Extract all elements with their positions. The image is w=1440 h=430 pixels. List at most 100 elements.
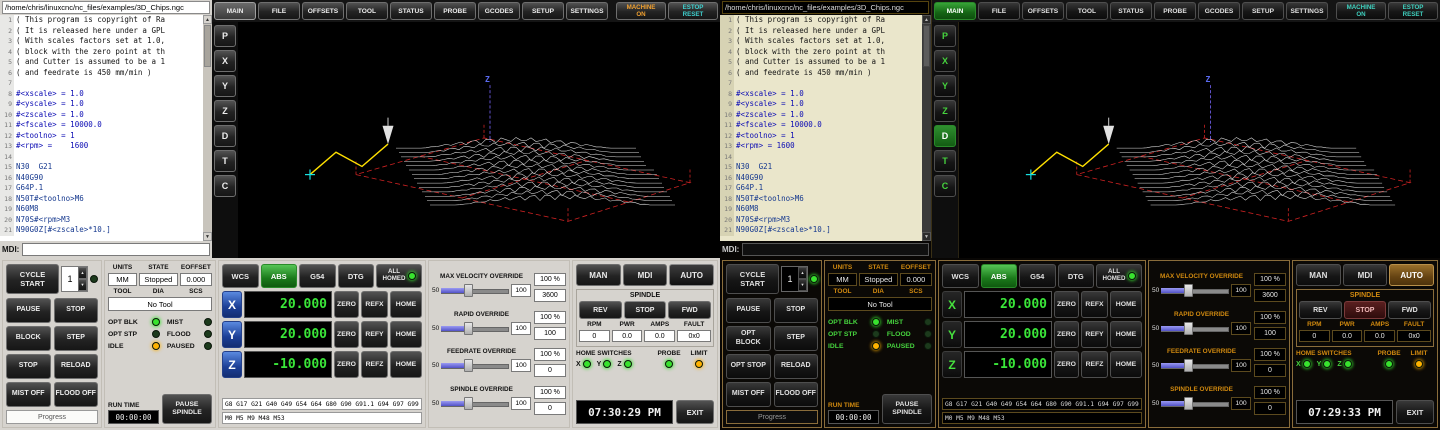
menu-button[interactable]: STATUS <box>1110 2 1152 20</box>
override-slider[interactable] <box>441 397 509 410</box>
gcode-line[interactable]: 7 <box>0 78 203 89</box>
gcode-line[interactable]: 15 N30 G21 <box>720 162 922 173</box>
gcode-line[interactable]: 16 N40G90 <box>720 173 922 184</box>
gcode-line[interactable]: 19 N60M8 <box>720 204 922 215</box>
run-button[interactable]: OPT BLOCK <box>726 326 771 351</box>
axis-letter-button[interactable]: Z <box>222 351 242 378</box>
gcode-line[interactable]: 3 ( With scales factors set at 1.0, <box>720 36 922 47</box>
gcode-line[interactable]: 20 N70S#<rpm>M3 <box>720 215 922 226</box>
cycle-start-button[interactable]: CYCLE START <box>6 264 59 294</box>
slider-handle[interactable] <box>464 397 473 410</box>
axis-home-button[interactable]: HOME <box>1110 291 1142 318</box>
spin-down-icon[interactable]: ▼ <box>798 279 807 291</box>
axis-zero-button[interactable]: ZERO <box>1054 351 1079 378</box>
gcode-line[interactable]: 1 ( This program is copyright of Ra <box>0 15 203 26</box>
slider-handle[interactable] <box>1184 322 1193 335</box>
slider-handle[interactable] <box>1184 359 1193 372</box>
dro-mode-button[interactable]: G54 <box>299 264 336 288</box>
gcode-line[interactable]: 4 ( block with the zero point at th <box>720 47 922 58</box>
view-button[interactable]: C <box>934 175 956 197</box>
editor-scrollbar[interactable]: ▲ ▼ <box>922 15 931 241</box>
override-slider[interactable] <box>441 359 509 372</box>
run-button[interactable]: STOP <box>774 298 819 323</box>
axis-ref-button[interactable]: REFY <box>361 321 388 348</box>
menu-button[interactable]: GCODES <box>478 2 520 20</box>
gcode-line[interactable]: 8 #<xscale> = 1.0 <box>0 89 203 100</box>
gcode-line[interactable]: 6 ( and feedrate is 450 mm/min ) <box>0 68 203 79</box>
view-button[interactable]: C <box>214 175 236 197</box>
pause-spindle-button[interactable]: PAUSE SPINDLE <box>882 394 932 424</box>
gcode-line[interactable]: 16 N40G90 <box>0 173 203 184</box>
cycle-start-button[interactable]: CYCLE START <box>726 264 779 294</box>
view-button[interactable]: P <box>214 25 236 47</box>
view-button[interactable]: P <box>934 25 956 47</box>
run-button[interactable]: FLOOD OFF <box>54 382 99 407</box>
cycle-count-spinner[interactable]: 1 ▲ ▼ <box>61 266 88 292</box>
editor-scrollbar[interactable]: ▲ ▼ <box>203 15 212 241</box>
spindle-button[interactable]: REV <box>1299 301 1342 319</box>
override-slider[interactable] <box>441 322 509 335</box>
scroll-up-icon[interactable]: ▲ <box>203 15 212 24</box>
gcode-line[interactable]: 5 ( and Cutter is assumed to be a 1 <box>0 57 203 68</box>
axis-home-button[interactable]: HOME <box>390 351 422 378</box>
view-button[interactable]: X <box>934 50 956 72</box>
spin-down-icon[interactable]: ▼ <box>78 279 87 291</box>
dro-mode-button[interactable]: WCS <box>942 264 979 288</box>
axis-letter-button[interactable]: Z <box>942 351 962 378</box>
run-button[interactable]: STOP <box>6 354 51 379</box>
dro-mode-button[interactable]: ABS <box>981 264 1018 288</box>
mdi-input[interactable] <box>22 243 210 256</box>
run-button[interactable]: RELOAD <box>774 354 819 379</box>
menu-button[interactable]: FILE <box>978 2 1020 20</box>
gcode-line[interactable]: 21 N90G0Z[#<zscale>*10.] <box>0 225 203 236</box>
gcode-line[interactable]: 2 ( It is released here under a GPL <box>0 26 203 37</box>
run-button[interactable]: MIST OFF <box>6 382 51 407</box>
mode-button[interactable]: AUTO <box>669 264 714 286</box>
view-button[interactable]: D <box>214 125 236 147</box>
run-button[interactable]: OPT STOP <box>726 354 771 379</box>
menu-button[interactable]: SETTINGS <box>566 2 608 20</box>
run-button[interactable]: MIST OFF <box>726 382 771 407</box>
scroll-down-icon[interactable]: ▼ <box>203 232 212 241</box>
menu-button[interactable]: OFFSETS <box>302 2 344 20</box>
gcode-line[interactable]: 1 ( This program is copyright of Ra <box>720 15 922 26</box>
run-button[interactable]: FLOOD OFF <box>774 382 819 407</box>
gcode-line[interactable]: 11 #<fscale> = 10000.0 <box>0 120 203 131</box>
menu-button[interactable]: MAIN <box>214 2 256 20</box>
axis-letter-button[interactable]: Y <box>942 321 962 348</box>
gcode-line[interactable]: 8 #<xscale> = 1.0 <box>720 89 922 100</box>
machine-on-button[interactable]: MACHINE ON <box>616 2 666 20</box>
all-homed-button[interactable]: ALL HOMED <box>376 264 422 288</box>
pause-spindle-button[interactable]: PAUSE SPINDLE <box>162 394 212 424</box>
view-button[interactable]: T <box>214 150 236 172</box>
menu-button[interactable]: STATUS <box>390 2 432 20</box>
menu-button[interactable]: TOOL <box>1066 2 1108 20</box>
axis-ref-button[interactable]: REFZ <box>1081 351 1108 378</box>
gcode-line[interactable]: 14 <box>720 152 922 163</box>
axis-zero-button[interactable]: ZERO <box>334 291 359 318</box>
override-slider[interactable] <box>1161 322 1229 335</box>
axis-ref-button[interactable]: REFX <box>361 291 388 318</box>
axis-letter-button[interactable]: Y <box>222 321 242 348</box>
spindle-button[interactable]: FWD <box>1388 301 1431 319</box>
gcode-line[interactable]: 18 N50T#<toolno>M6 <box>720 194 922 205</box>
scrollbar-thumb[interactable] <box>204 25 211 67</box>
slider-handle[interactable] <box>464 359 473 372</box>
machine-on-button[interactable]: MACHINE ON <box>1336 2 1386 20</box>
scroll-down-icon[interactable]: ▼ <box>922 232 931 241</box>
gcode-editor[interactable]: 1 ( This program is copyright of Ra 2 ( … <box>0 15 212 241</box>
gcode-line[interactable]: 3 ( With scales factors set at 1.0, <box>0 36 203 47</box>
toolpath-preview[interactable]: Z <box>958 22 1440 258</box>
run-button[interactable]: PAUSE <box>726 298 771 323</box>
gcode-line[interactable]: 20 N70S#<rpm>M3 <box>0 215 203 226</box>
axis-home-button[interactable]: HOME <box>1110 351 1142 378</box>
gcode-line[interactable]: 15 N30 G21 <box>0 162 203 173</box>
axis-ref-button[interactable]: REFX <box>1081 291 1108 318</box>
all-homed-button[interactable]: ALL HOMED <box>1096 264 1142 288</box>
gcode-line[interactable]: 13 #<rpm> = 1600 <box>720 141 922 152</box>
run-button[interactable]: STEP <box>54 326 99 351</box>
view-button[interactable]: Y <box>214 75 236 97</box>
gcode-line[interactable]: 17 G64P.1 <box>0 183 203 194</box>
axis-zero-button[interactable]: ZERO <box>1054 291 1079 318</box>
axis-ref-button[interactable]: REFY <box>1081 321 1108 348</box>
